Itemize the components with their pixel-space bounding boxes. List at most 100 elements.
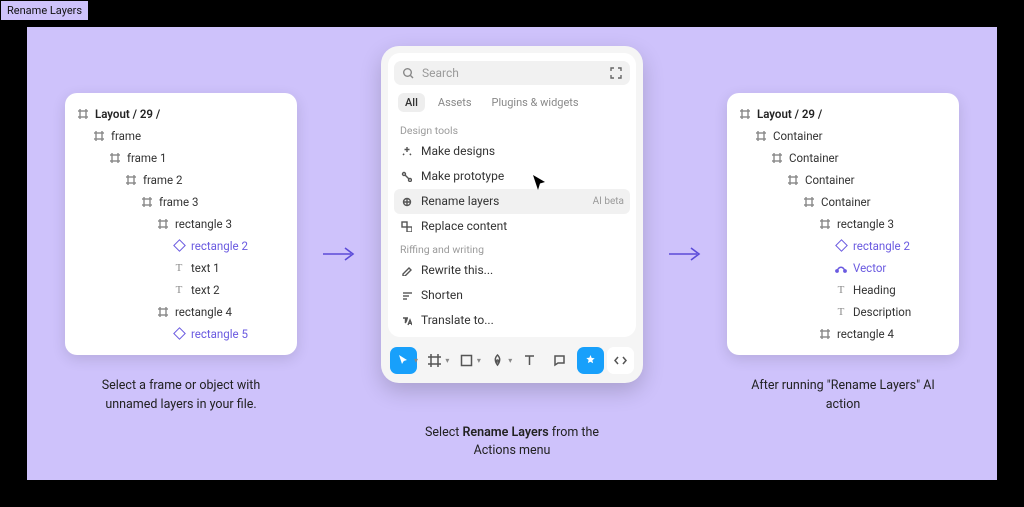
layer-label: rectangle 2 [853, 239, 910, 253]
layer-label: Container [773, 129, 823, 143]
actions-menu: Search All Assets Plugins & widgets Desi… [381, 46, 643, 383]
diamond-icon [173, 240, 185, 252]
tool-frame[interactable] [421, 347, 448, 374]
action-label: Rewrite this... [421, 263, 493, 277]
text-icon: T [835, 284, 847, 296]
tool-shape[interactable] [453, 347, 480, 374]
tool-move[interactable] [390, 347, 417, 374]
layer-row[interactable]: rectangle 3 [73, 213, 289, 235]
layer-label: rectangle 4 [837, 327, 894, 341]
layer-row[interactable]: Container [735, 147, 951, 169]
chevron-down-icon[interactable]: ▾ [477, 356, 481, 365]
layer-row[interactable]: T Heading [735, 279, 951, 301]
layer-row[interactable]: rectangle 2 [73, 235, 289, 257]
layer-row[interactable]: Container [735, 125, 951, 147]
arrow-icon [321, 244, 357, 264]
tab-assets[interactable]: Assets [431, 93, 479, 112]
action-rewrite-this-[interactable]: Rewrite this... [394, 258, 630, 283]
ai-badge: AI beta [593, 196, 624, 207]
layer-row[interactable]: rectangle 4 [735, 323, 951, 345]
frame-icon [739, 108, 751, 120]
layer-row[interactable]: frame 2 [73, 169, 289, 191]
column-before: Layout / 29 / frame frame 1frame 2 frame 3… [65, 93, 297, 415]
chevron-down-icon[interactable]: ▾ [445, 356, 449, 365]
caption-before: Select a frame or object with unnamed la… [102, 377, 261, 415]
layer-label: text 2 [191, 283, 220, 297]
layer-row[interactable]: Ttext 2 [73, 279, 289, 301]
layer-row[interactable]: TDescription [735, 301, 951, 323]
frame-icon [157, 306, 169, 318]
tool-actions[interactable] [577, 347, 604, 374]
chevron-down-icon[interactable]: ▾ [414, 356, 418, 365]
tool-text[interactable] [516, 347, 543, 374]
search-placeholder: Search [422, 66, 459, 80]
expand-icon[interactable] [610, 67, 622, 79]
action-rename-layers[interactable]: Rename layers AI beta [394, 189, 630, 214]
panel-header-text: Layout / 29 / [95, 107, 160, 121]
action-shorten[interactable]: Shorten [394, 283, 630, 308]
layer-row[interactable]: frame 3 [73, 191, 289, 213]
layer-label: rectangle 3 [837, 217, 894, 231]
translate-icon [400, 314, 412, 326]
text-icon: T [173, 262, 185, 274]
replace-icon [400, 220, 412, 232]
action-label: Rename layers [421, 194, 499, 208]
search-input[interactable]: Search [394, 61, 630, 85]
tab-all[interactable]: All [398, 93, 425, 112]
panel-header-text: Layout / 29 / [757, 107, 822, 121]
layer-row[interactable]: Container [735, 169, 951, 191]
layer-row[interactable]: rectangle 5 [73, 323, 289, 345]
layer-label: Vector [853, 261, 886, 275]
layer-row[interactable]: Vector [735, 257, 951, 279]
panel-header: Layout / 29 / [735, 103, 951, 125]
action-label: Shorten [421, 288, 463, 302]
chevron-down-icon[interactable]: ▾ [508, 356, 512, 365]
layer-label: Heading [853, 283, 896, 297]
rename-icon [400, 195, 412, 207]
layer-label: Container [789, 151, 839, 165]
action-make-prototype[interactable]: Make prototype [394, 164, 630, 189]
layer-row[interactable]: frame 1 [73, 147, 289, 169]
tool-pen[interactable] [484, 347, 511, 374]
top-tag: Rename Layers [0, 0, 89, 21]
search-icon [402, 67, 414, 79]
frame-icon [141, 196, 153, 208]
tabs-row: All Assets Plugins & widgets [394, 85, 630, 120]
rewrite-icon [400, 264, 412, 276]
layer-label: frame 3 [159, 195, 198, 209]
action-label: Replace content [421, 219, 507, 233]
layer-list-after: Container Container Container Container rect… [735, 125, 951, 345]
tool-dev[interactable] [607, 347, 634, 374]
action-translate-to-[interactable]: Translate to... [394, 308, 630, 333]
vector-icon [835, 262, 847, 274]
layer-label: frame [111, 129, 141, 143]
caption-actions: Select Rename Layers from the Actions me… [425, 405, 599, 461]
action-make-designs[interactable]: Make designs [394, 139, 630, 164]
diamond-icon [173, 328, 185, 340]
layer-row[interactable]: Container [735, 191, 951, 213]
action-replace-content[interactable]: Replace content [394, 214, 630, 239]
layer-row[interactable]: rectangle 2 [735, 235, 951, 257]
layer-label: Description [853, 305, 911, 319]
layer-row[interactable]: rectangle 3 [735, 213, 951, 235]
text-icon: T [173, 284, 185, 296]
layer-row[interactable]: frame [73, 125, 289, 147]
frame-icon [787, 174, 799, 186]
layers-panel-after: Layout / 29 / ContainerContainerContaine… [727, 93, 959, 355]
frame-icon [803, 196, 815, 208]
layer-row[interactable]: rectangle 4 [73, 301, 289, 323]
caption-after: After running "Rename Layers" AI action [751, 377, 935, 415]
toolbar: ▾ ▾ ▾ ▾ [388, 345, 636, 376]
frame-icon [819, 218, 831, 230]
tool-comment[interactable] [546, 347, 573, 374]
layer-row[interactable]: Ttext 1 [73, 257, 289, 279]
action-label: Make designs [421, 144, 495, 158]
section-design-tools: Design tools [394, 120, 630, 139]
stage: Layout / 29 / frame frame 1frame 2 frame 3… [27, 27, 997, 480]
sparkle-icon [400, 145, 412, 157]
frame-icon [755, 130, 767, 142]
layer-label: Container [821, 195, 871, 209]
cursor-icon [531, 174, 549, 192]
frame-icon [109, 152, 121, 164]
tab-plugins[interactable]: Plugins & widgets [485, 93, 586, 112]
